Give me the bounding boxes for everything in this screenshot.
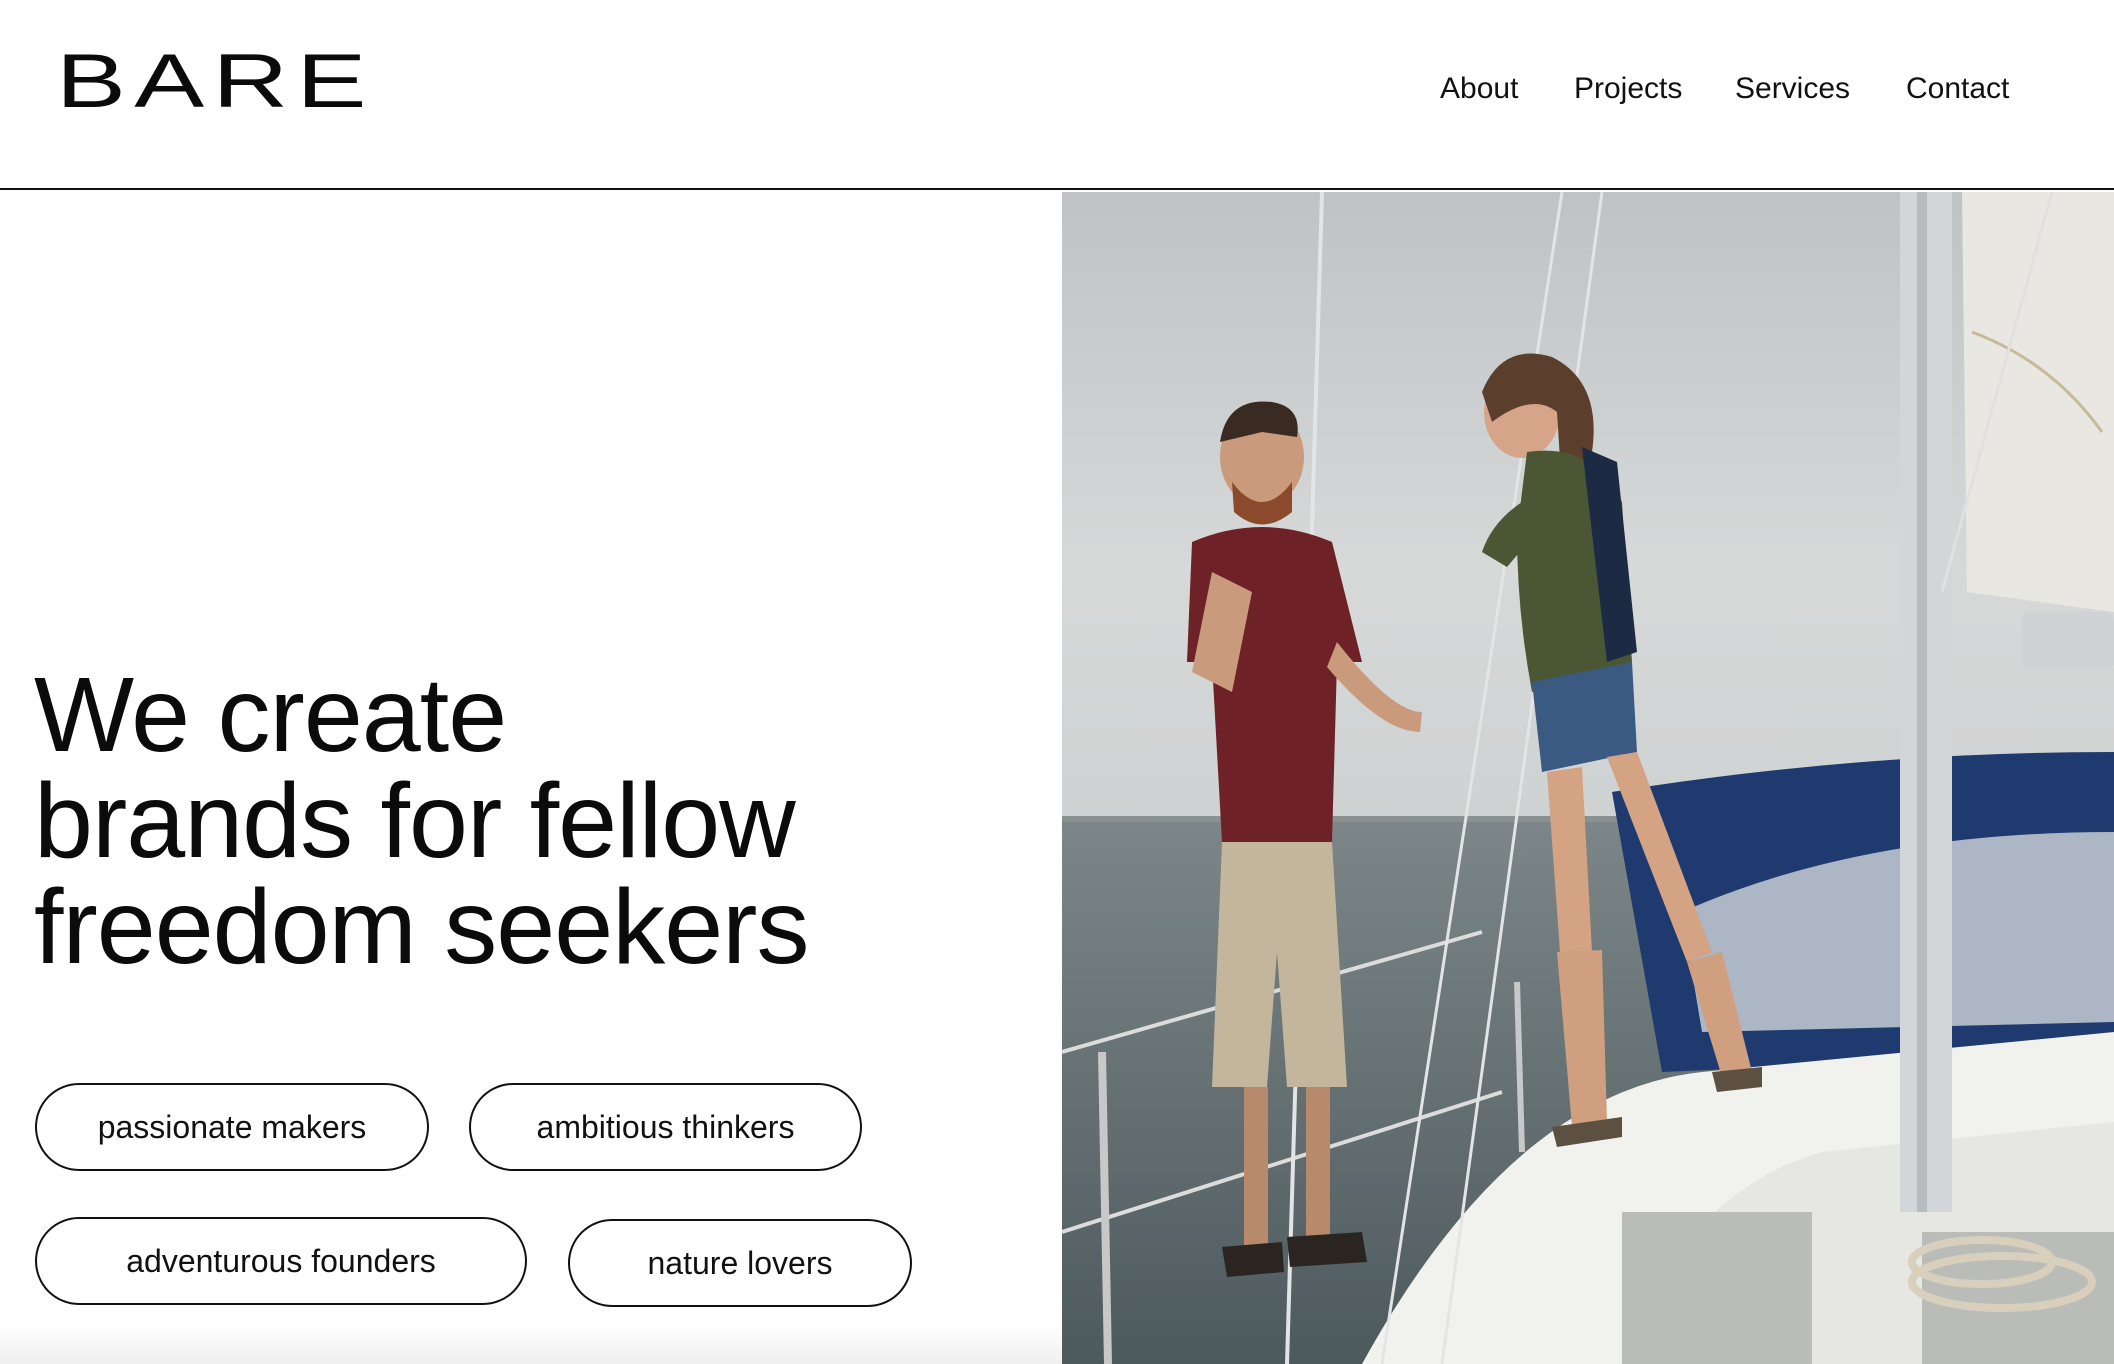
tag-passionate-makers[interactable]: passionate makers <box>35 1083 429 1171</box>
sailboat-couple-image <box>1062 192 2114 1364</box>
headline-line-2: brands for fellow <box>34 762 796 880</box>
nav-link-contact[interactable]: Contact <box>1906 72 2009 106</box>
tag-ambitious-thinkers[interactable]: ambitious thinkers <box>469 1083 862 1171</box>
hero-headline: We create brands for fellow freedom seek… <box>34 656 809 986</box>
headline-line-1: We create <box>34 656 507 774</box>
tag-adventurous-founders[interactable]: adventurous founders <box>35 1217 527 1305</box>
nav-link-services[interactable]: Services <box>1735 72 1850 106</box>
hero-photo <box>1062 192 2114 1364</box>
nav-link-projects[interactable]: Projects <box>1574 72 1682 106</box>
brand-logo[interactable]: BARE <box>56 44 375 120</box>
bottom-fade <box>0 1324 1062 1364</box>
site-header: BARE About Projects Services Contact <box>0 0 2114 190</box>
nav-link-about[interactable]: About <box>1440 72 1518 106</box>
hero-text-panel: We create brands for fellow freedom seek… <box>0 192 1062 1364</box>
headline-line-3: freedom seekers <box>34 868 809 986</box>
tag-nature-lovers[interactable]: nature lovers <box>568 1219 912 1307</box>
